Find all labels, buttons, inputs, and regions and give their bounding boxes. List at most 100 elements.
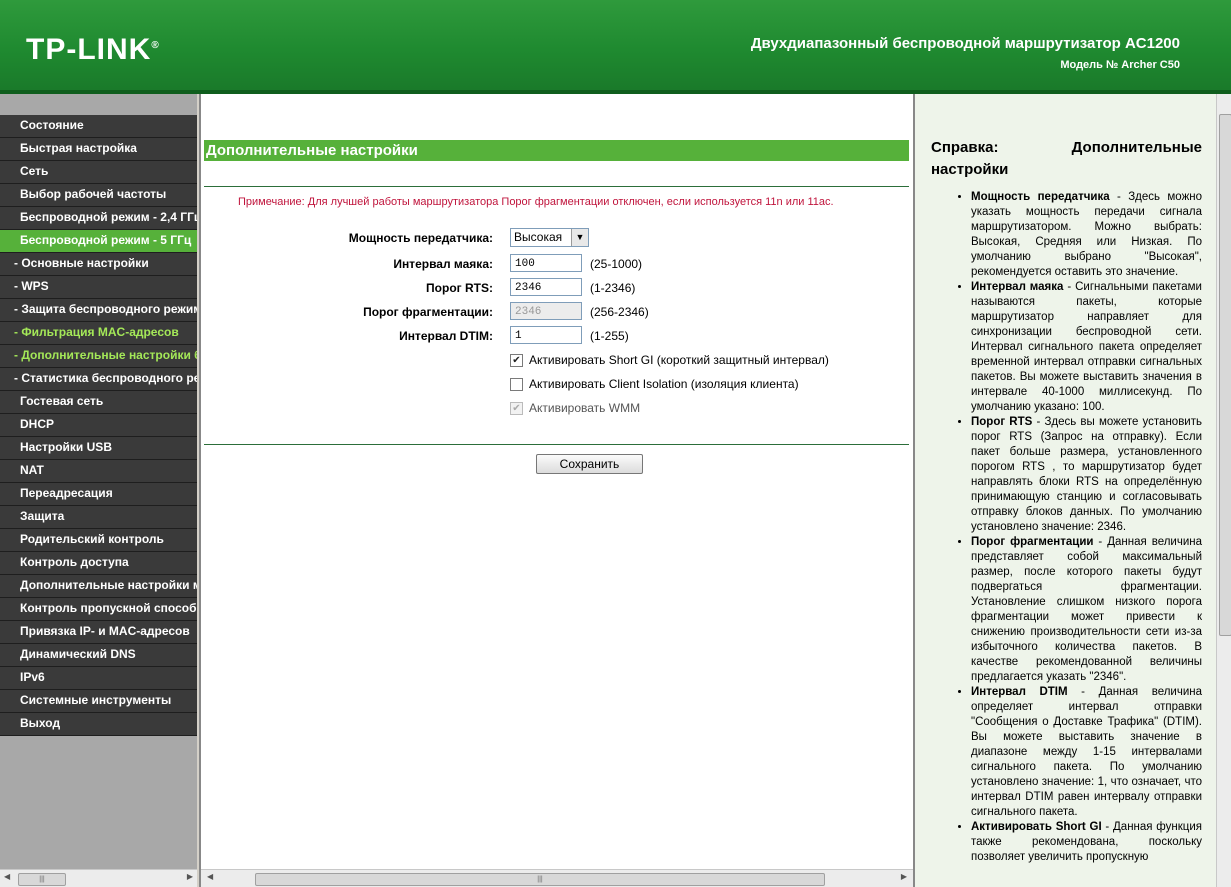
help-panel: Справка: Дополнительные настройки Мощнос… bbox=[913, 94, 1231, 887]
help-item: Порог фрагментации - Данная величина пре… bbox=[971, 535, 1202, 685]
dtim-row: Интервал DTIM: 1 (1-255) bbox=[201, 326, 913, 346]
help-vertical-scrollbar[interactable] bbox=[1216, 94, 1231, 887]
dtim-label: Интервал DTIM: bbox=[399, 329, 493, 343]
help-text: - Сигнальными пакетами называются пакеты… bbox=[971, 281, 1202, 413]
menu-item-advanced-routing[interactable]: Дополнительные настройки маршрутизации bbox=[0, 575, 197, 598]
menu-list: Состояние Быстрая настройка Сеть Выбор р… bbox=[0, 115, 197, 736]
menu-item-parental-control[interactable]: Родительский контроль bbox=[0, 529, 197, 552]
frameset: Состояние Быстрая настройка Сеть Выбор р… bbox=[0, 94, 1231, 887]
menu-horizontal-scrollbar[interactable]: ◀ ||| ▶ bbox=[0, 869, 197, 887]
rts-label: Порог RTS: bbox=[426, 281, 493, 295]
help-text: - Данная величина определяет интервал от… bbox=[971, 686, 1203, 818]
menu-item-wireless-statistics[interactable]: - Статистика беспроводного режима bbox=[0, 368, 197, 391]
help-title-part: Дополнительные bbox=[1071, 139, 1202, 156]
beacon-range: (25-1000) bbox=[590, 257, 643, 271]
menu-item-band-select[interactable]: Выбор рабочей частоты bbox=[0, 184, 197, 207]
tx-power-row: Мощность передатчика: Высокая ▼ bbox=[201, 228, 913, 248]
menu-item-access-control[interactable]: Контроль доступа bbox=[0, 552, 197, 575]
header-banner: TP-LINK® Двухдиапазонный беспроводной ма… bbox=[0, 0, 1231, 94]
menu-item-security[interactable]: Защита bbox=[0, 506, 197, 529]
beacon-row: Интервал маяка: 100 (25-1000) bbox=[201, 254, 913, 274]
main-horizontal-scrollbar[interactable]: ◀ ||| ▶ bbox=[201, 869, 913, 887]
section-title: Дополнительные настройки bbox=[204, 140, 909, 161]
beacon-input[interactable]: 100 bbox=[510, 254, 582, 272]
help-item: Интервал DTIM - Данная величина определя… bbox=[971, 685, 1202, 820]
save-button[interactable]: Сохранить bbox=[536, 454, 643, 474]
dtim-range: (1-255) bbox=[590, 329, 629, 343]
help-item: Мощность передатчика - Здесь можно указа… bbox=[971, 190, 1202, 280]
menu-item-forwarding[interactable]: Переадресация bbox=[0, 483, 197, 506]
menu-item-logout[interactable]: Выход bbox=[0, 713, 197, 736]
help-term: Активировать Short GI bbox=[971, 821, 1102, 833]
divider bbox=[204, 186, 909, 187]
frag-row: Порог фрагментации: 2346 (256-2346) bbox=[201, 302, 913, 322]
divider bbox=[204, 444, 909, 445]
client-isolation-label: Активировать Client Isolation (изоляция … bbox=[529, 377, 799, 391]
scroll-left-icon[interactable]: ◀ bbox=[4, 872, 10, 881]
help-title-part: настройки bbox=[931, 161, 1009, 178]
wmm-checkbox: ✔ bbox=[510, 402, 523, 415]
scrollbar-thumb[interactable]: ||| bbox=[18, 873, 66, 886]
frag-label: Порог фрагментации: bbox=[363, 305, 493, 319]
rts-input[interactable]: 2346 bbox=[510, 278, 582, 296]
help-item: Интервал маяка - Сигнальными пакетами на… bbox=[971, 280, 1202, 415]
help-list: Мощность передатчика - Здесь можно указа… bbox=[944, 190, 1202, 865]
tp-link-logo: TP-LINK® bbox=[26, 33, 160, 66]
frag-range: (256-2346) bbox=[590, 305, 649, 319]
wmm-label: Активировать WMM bbox=[529, 401, 641, 415]
wmm-row: ✔ Активировать WMM bbox=[201, 400, 913, 420]
help-text: - Данная величина представляет собой мак… bbox=[971, 536, 1203, 683]
help-title-part: Справка: bbox=[931, 139, 999, 156]
client-isolation-row: Активировать Client Isolation (изоляция … bbox=[201, 376, 913, 396]
help-term: Мощность передатчика bbox=[971, 191, 1110, 203]
tx-power-select[interactable]: Высокая ▼ bbox=[510, 228, 589, 247]
dtim-input[interactable]: 1 bbox=[510, 326, 582, 344]
menu-item-dhcp[interactable]: DHCP bbox=[0, 414, 197, 437]
rts-row: Порог RTS: 2346 (1-2346) bbox=[201, 278, 913, 298]
sidebar-menu: Состояние Быстрая настройка Сеть Выбор р… bbox=[0, 94, 197, 887]
short-gi-label: Активировать Short GI (короткий защитный… bbox=[529, 353, 829, 367]
scroll-right-icon[interactable]: ▶ bbox=[901, 872, 907, 881]
router-model: Модель № Archer C50 bbox=[1060, 59, 1180, 71]
beacon-label: Интервал маяка: bbox=[393, 257, 493, 271]
help-term: Интервал маяка bbox=[971, 281, 1064, 293]
menu-item-ipv6[interactable]: IPv6 bbox=[0, 667, 197, 690]
frag-input: 2346 bbox=[510, 302, 582, 320]
menu-item-bandwidth-control[interactable]: Контроль пропускной способности bbox=[0, 598, 197, 621]
menu-item-mac-filtering[interactable]: - Фильтрация MAC-адресов bbox=[0, 322, 197, 345]
menu-item-ip-mac-binding[interactable]: Привязка IP- и MAC-адресов bbox=[0, 621, 197, 644]
short-gi-row: ✔ Активировать Short GI (короткий защитн… bbox=[201, 352, 913, 372]
menu-item-guest-network[interactable]: Гостевая сеть bbox=[0, 391, 197, 414]
help-term: Интервал DTIM bbox=[971, 686, 1068, 698]
scroll-right-icon[interactable]: ▶ bbox=[187, 872, 193, 881]
tx-power-label: Мощность передатчика: bbox=[348, 231, 493, 245]
help-text: - Здесь вы можете установить порог RTS (… bbox=[971, 416, 1202, 533]
menu-item-network[interactable]: Сеть bbox=[0, 161, 197, 184]
chevron-down-icon[interactable]: ▼ bbox=[571, 229, 588, 246]
menu-item-basic-settings[interactable]: - Основные настройки bbox=[0, 253, 197, 276]
menu-item-system-tools[interactable]: Системные инструменты bbox=[0, 690, 197, 713]
menu-item-usb-settings[interactable]: Настройки USB bbox=[0, 437, 197, 460]
menu-item-dynamic-dns[interactable]: Динамический DNS bbox=[0, 644, 197, 667]
help-item: Порог RTS - Здесь вы можете установить п… bbox=[971, 415, 1202, 535]
client-isolation-checkbox[interactable] bbox=[510, 378, 523, 391]
scroll-left-icon[interactable]: ◀ bbox=[207, 872, 213, 881]
menu-item-wireless-24[interactable]: Беспроводной режим - 2,4 ГГц bbox=[0, 207, 197, 230]
menu-item-advanced-wireless[interactable]: - Дополнительные настройки беспроводного… bbox=[0, 345, 197, 368]
short-gi-checkbox[interactable]: ✔ bbox=[510, 354, 523, 367]
menu-item-status[interactable]: Состояние bbox=[0, 115, 197, 138]
main-content: Дополнительные настройки Примечание: Для… bbox=[199, 94, 913, 887]
help-term: Порог фрагментации bbox=[971, 536, 1094, 548]
menu-item-quick-setup[interactable]: Быстрая настройка bbox=[0, 138, 197, 161]
menu-item-nat[interactable]: NAT bbox=[0, 460, 197, 483]
menu-item-wps[interactable]: - WPS bbox=[0, 276, 197, 299]
scrollbar-thumb[interactable] bbox=[1219, 114, 1231, 636]
tx-power-value: Высокая bbox=[514, 230, 563, 244]
help-title: Справка: Дополнительные настройки bbox=[931, 137, 1202, 181]
router-title: Двухдиапазонный беспроводной маршрутизат… bbox=[750, 35, 1180, 52]
menu-item-wireless-security[interactable]: - Защита беспроводного режима bbox=[0, 299, 197, 322]
scrollbar-thumb[interactable]: ||| bbox=[255, 873, 825, 886]
help-term: Порог RTS bbox=[971, 416, 1033, 428]
menu-item-wireless-5[interactable]: Беспроводной режим - 5 ГГц bbox=[0, 230, 197, 253]
help-text: - Здесь можно указать мощность передачи … bbox=[971, 191, 1203, 278]
